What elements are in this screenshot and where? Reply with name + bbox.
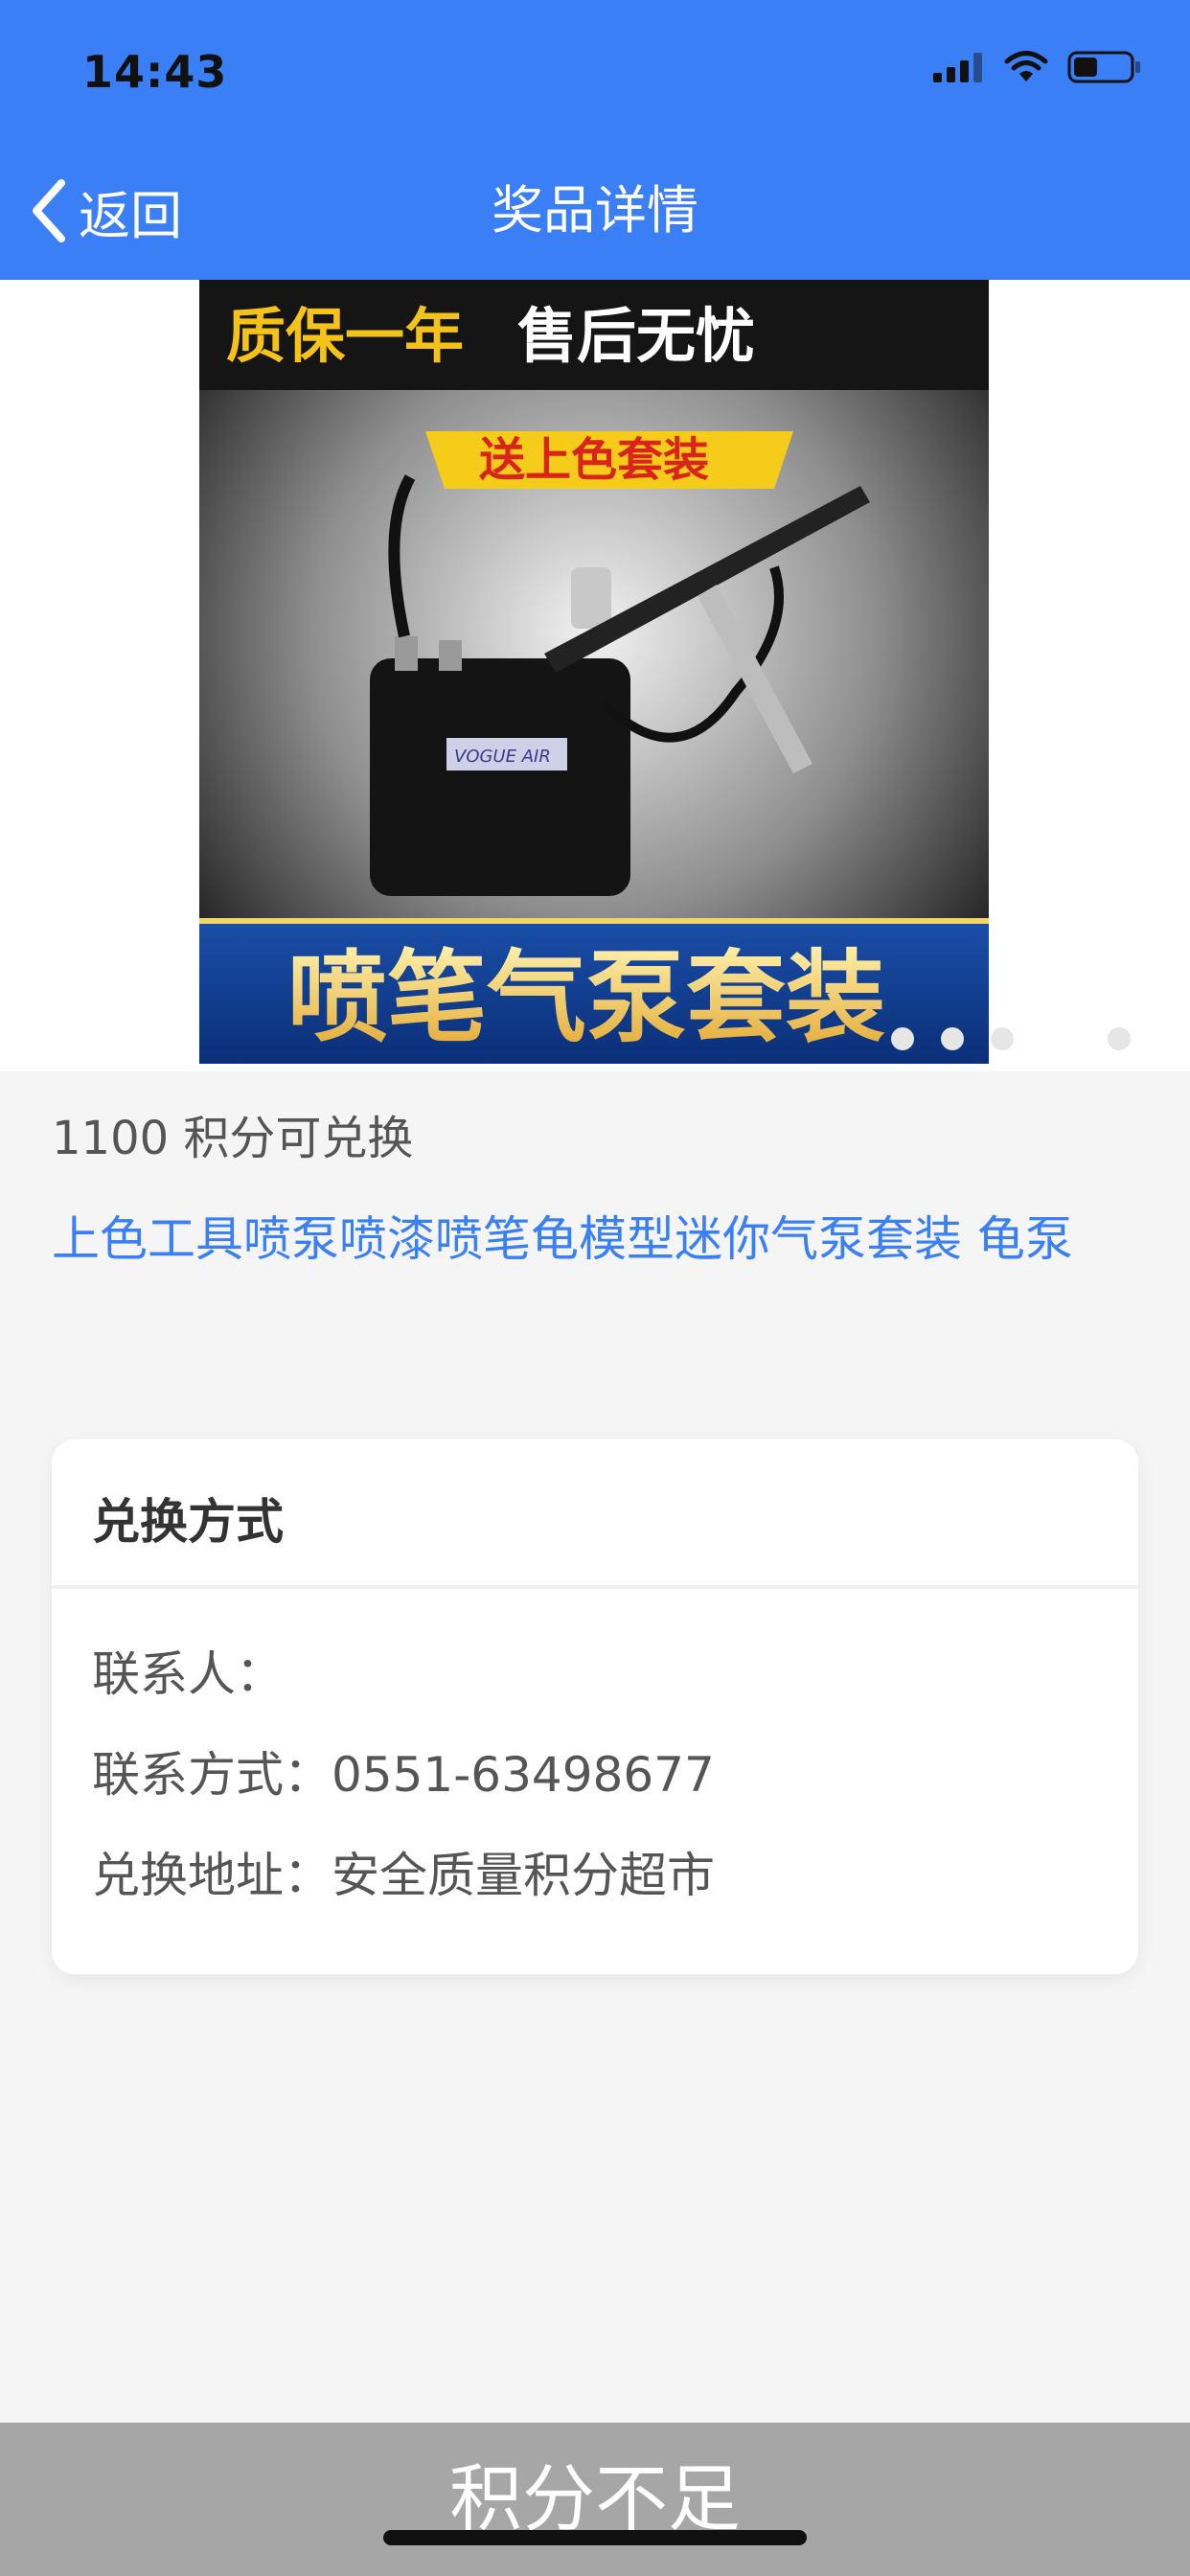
banner-ribbon: 送上色套装 — [479, 433, 709, 487]
header: 14:43 返回 奖品详情 — [0, 0, 1190, 280]
carousel-dot[interactable] — [941, 1027, 964, 1050]
status-icons — [933, 50, 1142, 84]
exchange-address: 兑换地址：安全质量积分超市 — [92, 1848, 715, 1903]
signal-icon — [933, 53, 982, 82]
banner-top-right: 售后无忧 — [517, 301, 755, 371]
nav-bar: 返回 奖品详情 — [0, 163, 1190, 259]
page-title: 奖品详情 — [492, 180, 698, 241]
points-required: 1100 积分可兑换 — [52, 1112, 414, 1165]
divider — [52, 1585, 1138, 1589]
battery-icon — [1067, 51, 1140, 83]
product-image[interactable]: 质保一年 售后无忧 送上色套装 VOGUE AIR 喷笔气泵套装 — [199, 280, 989, 1064]
carousel-dot[interactable] — [991, 1027, 1014, 1050]
carousel-dot[interactable] — [891, 1027, 914, 1050]
product-carousel[interactable]: 质保一年 售后无忧 送上色套装 VOGUE AIR 喷笔气泵套装 — [0, 280, 1190, 1071]
product-image-art: 质保一年 售后无忧 送上色套装 VOGUE AIR 喷笔气泵套装 — [199, 280, 989, 1064]
brand-label: VOGUE AIR — [454, 747, 551, 767]
prize-name: 上色工具喷泵喷漆喷笔龟模型迷你气泵套装 龟泵 — [52, 1211, 1073, 1267]
status-time: 14:43 — [82, 46, 228, 98]
banner-bottom: 喷笔气泵套装 — [287, 939, 885, 1056]
home-indicator — [383, 2530, 807, 2545]
contact-person: 联系人： — [92, 1646, 284, 1702]
contact-method[interactable]: 联系方式：0551-63498677 — [92, 1736, 715, 1806]
banner-top-left: 质保一年 — [226, 301, 464, 371]
wifi-icon — [1004, 51, 1048, 81]
redeem-button[interactable]: 积分不足 — [0, 2423, 1190, 2576]
exchange-card: 兑换方式 联系人： 联系方式：0551-63498677 兑换地址：安全质量积分… — [52, 1439, 1138, 1974]
exchange-title: 兑换方式 — [92, 1494, 284, 1550]
carousel-indicator — [891, 1027, 1131, 1050]
carousel-dot[interactable] — [1108, 1027, 1131, 1050]
status-bar: 14:43 — [0, 0, 1190, 144]
